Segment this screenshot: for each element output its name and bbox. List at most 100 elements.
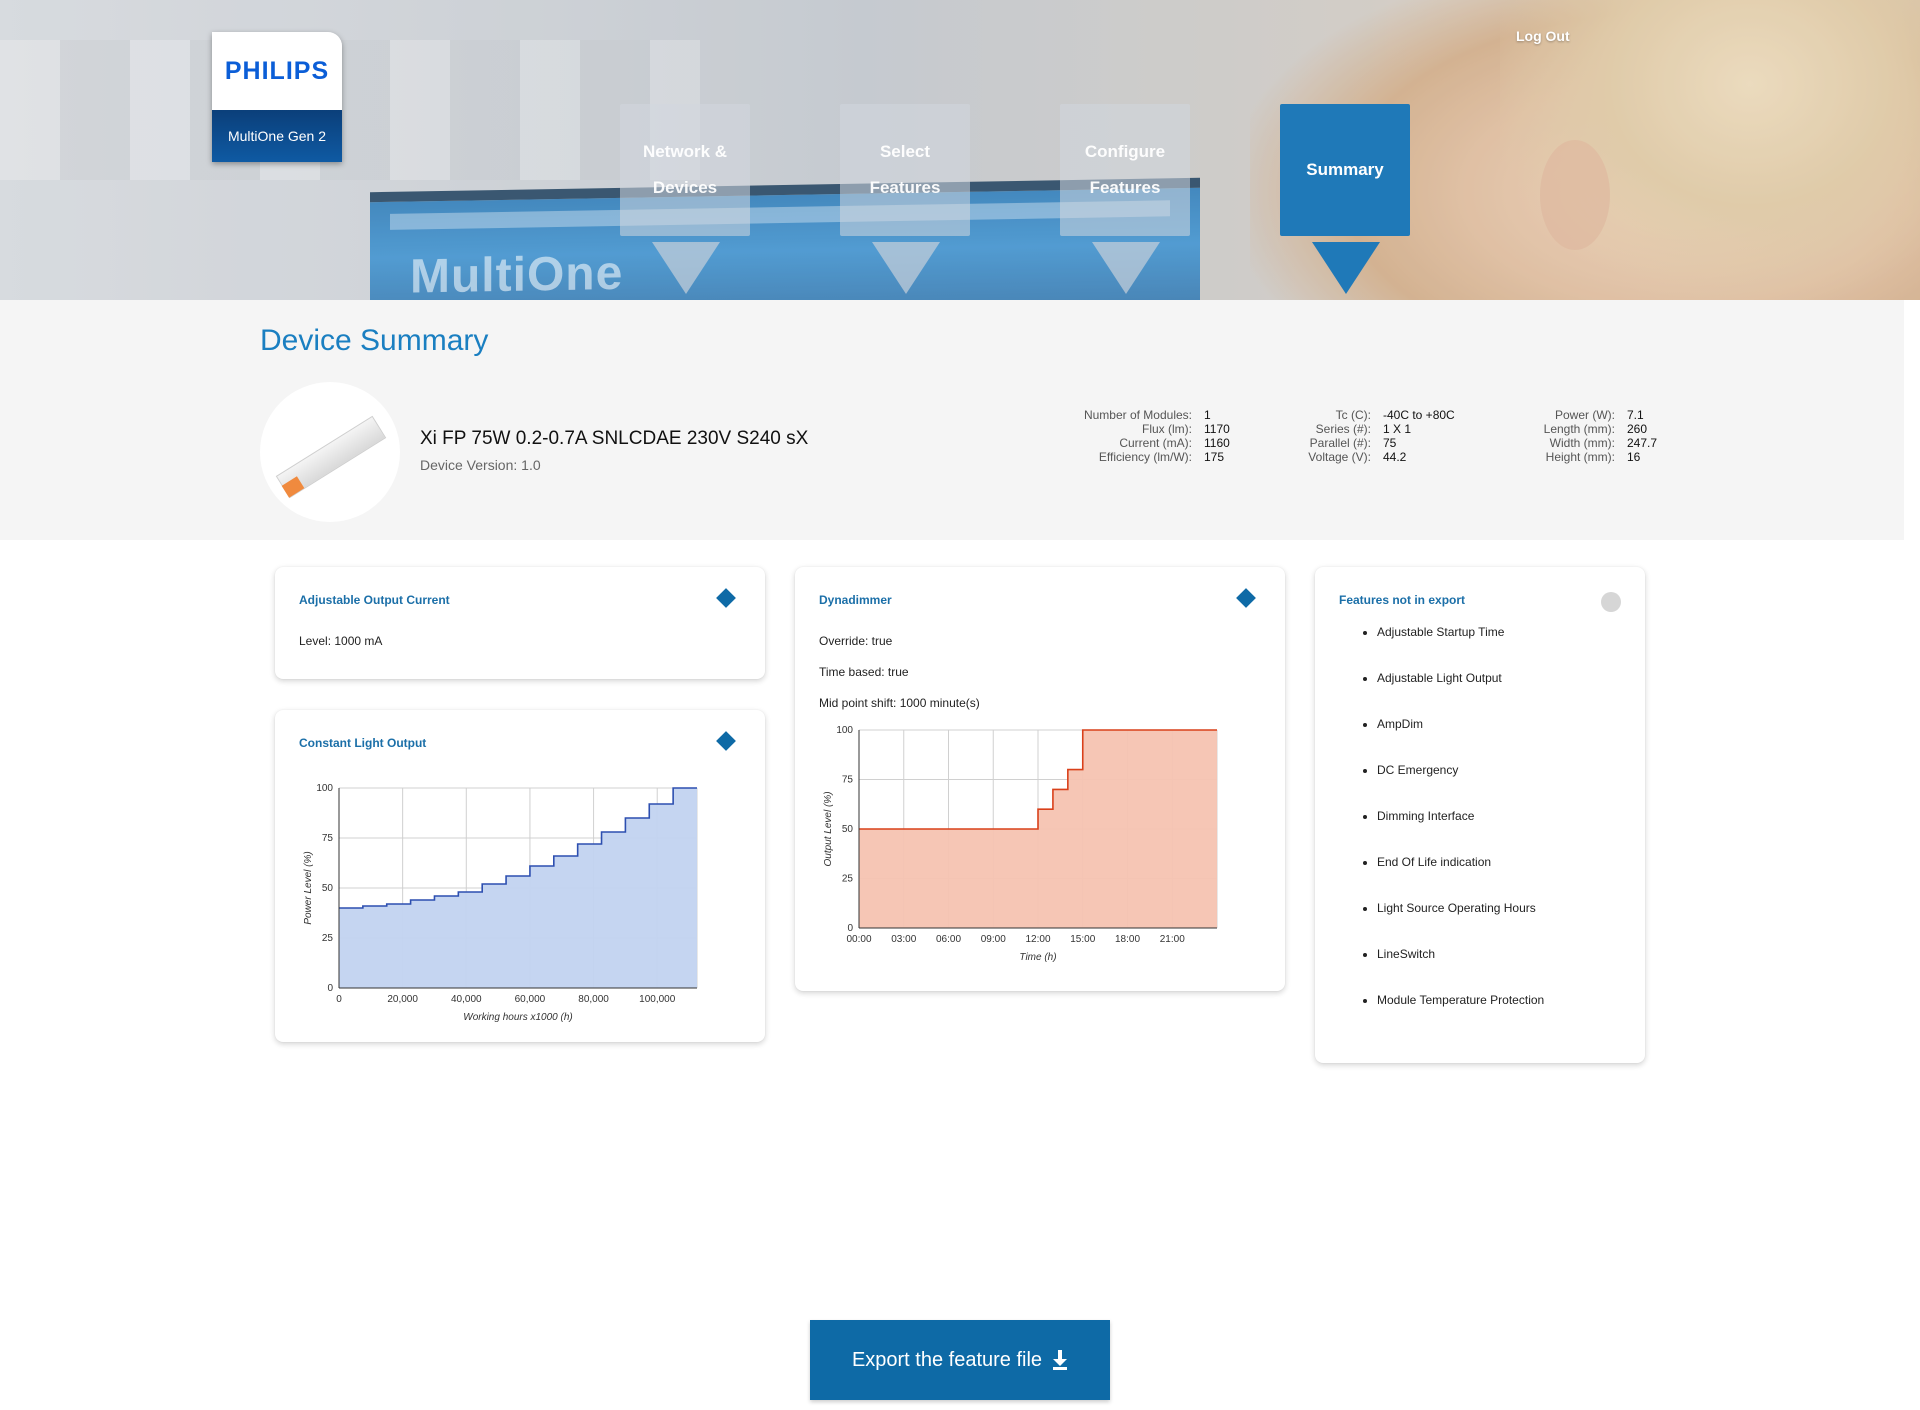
mid-point-text: Mid point shift: 1000 minute(s) [819,696,980,710]
x-tick-label: 18:00 [1115,934,1140,945]
x-tick-label: 40,000 [451,994,482,1005]
excluded-feature-item: Adjustable Startup Time [1377,625,1544,671]
card-title: Features not in export [1339,593,1466,607]
y-axis-label: Power Level (%) [303,851,314,924]
x-axis-label: Time (h) [1019,952,1056,963]
y-tick-label: 0 [847,923,853,934]
step-select-features[interactable]: Select Features [840,104,970,294]
step-summary[interactable]: Summary [1280,104,1410,294]
clo-chart: 0 20,000 40,000 60,000 80,000 100,000 0 25 50 75 1… [303,783,698,1023]
step-label-line2: Features [1089,178,1161,197]
spec-label: Current (mA): [1119,436,1192,450]
y-tick-label: 0 [327,983,333,994]
step-configure-features[interactable]: Configure Features [1060,104,1190,294]
excluded-feature-list: Adjustable Startup TimeAdjustable Light … [1357,625,1544,1039]
spec-column-1: Number of Modules: 1 Flux (lm): 1170 Curre… [1040,408,1230,464]
y-axis-label: Output Level (%) [823,791,834,866]
y-tick-label: 50 [842,824,854,835]
export-feature-file-button[interactable]: Export the feature file [810,1320,1110,1400]
card-dynadimmer: Dynadimmer Override: true Time based: tr… [795,567,1285,991]
spec-label: Tc (C): [1335,408,1371,422]
y-tick-label: 100 [836,725,853,736]
spec-label: Efficiency (lm/W): [1098,450,1192,464]
spec-value: 7.1 [1627,408,1644,422]
feature-included-icon[interactable] [1236,588,1256,608]
step-pointer-icon [1312,242,1380,294]
spec-value: 1160 [1204,436,1230,450]
y-tick-label: 75 [842,775,854,786]
excluded-feature-item: AmpDim [1377,717,1544,763]
x-tick-label: 0 [336,994,342,1005]
step-label-line1: Network & [642,142,728,161]
card-title: Constant Light Output [299,736,427,750]
device-summary-section: Device Summary Xi FP 75W 0.2-0.7A SNLCDA… [0,300,1904,540]
dynadimmer-chart: 00:00 03:00 06:00 09:00 12:00 15:00 18:00 21:00… [823,725,1218,963]
feature-included-icon[interactable] [716,588,736,608]
spec-label: Parallel (#): [1309,436,1371,450]
spec-value: 44.2 [1383,450,1407,464]
feature-excluded-icon[interactable] [1601,592,1621,612]
spec-value: 175 [1204,450,1225,464]
logo-product-area: MultiOne Gen 2 [212,110,342,162]
time-based-text: Time based: true [819,665,909,679]
excluded-feature-item: Module Temperature Protection [1377,993,1544,1039]
spec-value: 1170 [1204,422,1230,436]
x-tick-label: 20,000 [387,994,418,1005]
excluded-feature-item: End Of Life indication [1377,855,1544,901]
spec-column-2: Tc (C): -40C to +80C Series (#): 1 X 1 Par… [1250,408,1455,464]
x-tick-label: 12:00 [1025,934,1050,945]
excluded-feature-item: Adjustable Light Output [1377,671,1544,717]
x-tick-label: 15:00 [1070,934,1095,945]
y-tick-label: 100 [316,783,333,794]
spec-value: 247.7 [1627,436,1658,450]
device-version: Device Version: 1.0 [420,457,541,473]
excluded-feature-item: Light Source Operating Hours [1377,901,1544,947]
spec-label: Series (#): [1315,422,1371,436]
card-title: Adjustable Output Current [299,593,450,607]
x-tick-label: 03:00 [891,934,916,945]
step-label-line2: Devices [652,178,718,197]
logo-brand-area: PHILIPS [212,32,342,110]
card-features-not-in-export: Features not in export Adjustable Startu… [1315,567,1645,1063]
download-icon [1052,1350,1068,1370]
step-pointer-icon [1092,242,1160,294]
step-label-line1: Summary [1306,160,1384,179]
brand-name: PHILIPS [224,56,330,85]
x-axis-label: Working hours x1000 (h) [463,1012,573,1023]
spec-value: -40C to +80C [1383,408,1455,422]
x-tick-label: 09:00 [981,934,1006,945]
device-name: Xi FP 75W 0.2-0.7A SNLCDAE 230V S240 sX [420,428,809,449]
app-logo: PHILIPS MultiOne Gen 2 [212,32,342,162]
x-tick-label: 60,000 [515,994,546,1005]
excluded-feature-item: LineSwitch [1377,947,1544,993]
y-tick-label: 50 [322,883,334,894]
spec-label: Number of Modules: [1083,408,1192,422]
y-tick-label: 75 [322,833,334,844]
excluded-feature-item: Dimming Interface [1377,809,1544,855]
spec-label: Height (mm): [1545,450,1615,464]
card-title: Dynadimmer [819,593,892,607]
step-pointer-icon [872,242,940,294]
step-pointer-icon [652,242,720,294]
step-network-devices[interactable]: Network & Devices [620,104,750,294]
step-label-line2: Features [869,178,941,197]
spec-value: 1 X 1 [1383,422,1412,436]
logout-link[interactable]: Log Out [1516,28,1570,44]
spec-value: 75 [1383,436,1397,450]
spec-label: Flux (lm): [1142,422,1192,436]
step-label-line1: Configure [1084,142,1166,161]
spec-value: 1 [1204,408,1211,422]
export-button-label: Export the feature file [851,1348,1043,1371]
spec-label: Width (mm): [1549,436,1615,450]
card-adjustable-output-current: Adjustable Output Current Level: 1000 mA [275,567,765,679]
spec-label: Power (W): [1555,408,1615,422]
spec-value: 16 [1627,450,1641,464]
spec-value: 260 [1627,422,1648,436]
device-image [260,382,400,522]
page-title: Device Summary [260,324,489,357]
card-constant-light-output: Constant Light Output 0 20,000 40,000 60,00… [275,710,765,1042]
excluded-feature-item: DC Emergency [1377,763,1544,809]
step-label-line1: Select [879,142,931,161]
spec-label: Length (mm): [1543,422,1615,436]
feature-included-icon[interactable] [716,731,736,751]
